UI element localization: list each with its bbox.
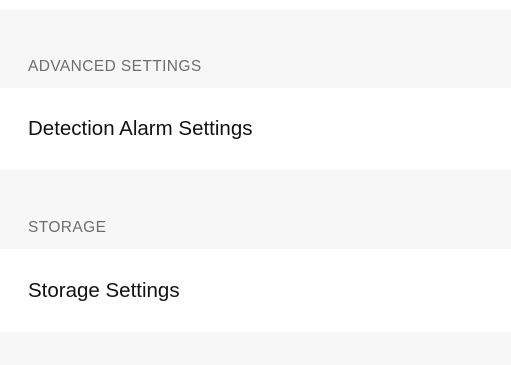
row-label: Storage Settings <box>28 278 180 302</box>
detection-alarm-settings-row[interactable]: Detection Alarm Settings <box>0 88 511 170</box>
section-header-label: STORAGE <box>28 219 107 236</box>
section-header-label: ADVANCED SETTINGS <box>28 58 202 75</box>
storage-settings-row[interactable]: Storage Settings <box>0 249 511 332</box>
section-header-storage: STORAGE <box>0 170 511 249</box>
section-spacer <box>0 332 511 365</box>
section-header-advanced-settings: ADVANCED SETTINGS <box>0 10 511 88</box>
row-label: Detection Alarm Settings <box>28 117 253 140</box>
settings-list: ADVANCED SETTINGS Detection Alarm Settin… <box>0 0 511 365</box>
